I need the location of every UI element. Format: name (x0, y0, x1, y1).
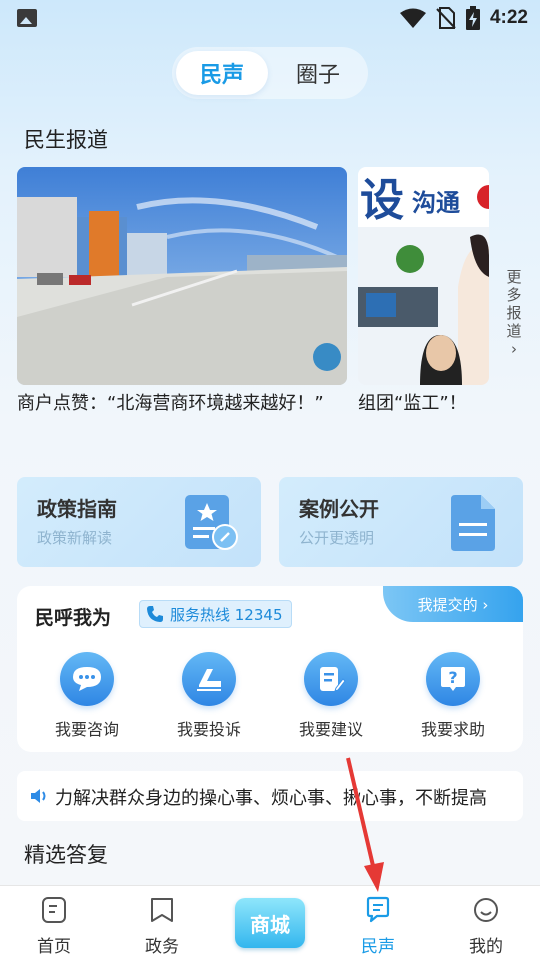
bookmark-icon (151, 898, 173, 922)
phone-icon (147, 606, 163, 622)
policy-document-icon (185, 495, 238, 550)
question-mark-glyph: ? (448, 668, 457, 687)
consult-label: 我要咨询 (54, 720, 119, 739)
tab-minsheng[interactable]: 民声 (176, 51, 268, 95)
message-icon (366, 896, 390, 923)
policy-guide-card[interactable]: 政策指南 政策新解读 (17, 477, 261, 567)
battery-charging-icon (465, 6, 480, 30)
news-section-title: 民生报道 (24, 128, 108, 152)
help-question-icon: ? (426, 652, 480, 706)
case-public-card[interactable]: 案例公开 公开更透明 (279, 477, 523, 567)
chevron-right-icon: › (511, 340, 517, 358)
service-panel: 民呼我为 服务热线 12345 我提交的 › 我要咨询 我要投诉 我要建议 ? … (17, 586, 523, 752)
ticker-text: 力解决群众身边的操心事、烦心事、揪心事，不断提高 (55, 788, 487, 809)
status-icons: 4:22 (399, 6, 528, 30)
news-caption-2: 组团“监工”！ (358, 393, 467, 414)
more-reports-link[interactable]: 更多报道 › (503, 268, 525, 358)
news-image-2: 设 沟通 (358, 167, 489, 385)
policy-guide-title: 政策指南 (37, 497, 117, 521)
suggestion-edit-icon (304, 652, 358, 706)
help-button[interactable]: ? 我要求助 (403, 652, 503, 740)
gallery-notification-icon (17, 9, 37, 27)
mall-button[interactable]: 商城 (235, 898, 305, 948)
replies-section-title: 精选答复 (24, 843, 108, 867)
nav-minsheng-label: 民声 (361, 937, 395, 957)
sign-char-goutong: 沟通 (412, 189, 460, 217)
sign-char-she: 设 (360, 175, 404, 226)
top-tab-switch: 民声 圈子 (172, 47, 368, 99)
speaker-icon (31, 789, 46, 803)
tab-quanzi[interactable]: 圈子 (272, 51, 364, 95)
complaint-label: 我要投诉 (176, 720, 241, 739)
suggestion-button[interactable]: 我要建议 (281, 652, 381, 740)
clock: 4:22 (489, 7, 528, 28)
bottom-nav: 首页 政务 商城 民声 我的 (0, 885, 540, 960)
suggestion-label: 我要建议 (298, 720, 363, 739)
more-reports-label: 更多报道 (506, 268, 522, 340)
nav-mine[interactable]: 我的 (446, 896, 526, 957)
home-icon (42, 897, 66, 923)
news-image-1 (17, 167, 347, 385)
hotline-badge[interactable]: 服务热线 12345 (139, 600, 292, 628)
case-public-title: 案例公开 (299, 497, 379, 521)
nav-home-label: 首页 (37, 937, 71, 957)
case-document-icon (451, 495, 495, 551)
news-card-2[interactable]: 设 沟通 组团“监工”！ (358, 167, 489, 419)
announcement-ticker[interactable]: 力解决群众身边的操心事、烦心事、揪心事，不断提高 (17, 771, 523, 821)
nav-home[interactable]: 首页 (14, 896, 94, 957)
service-panel-title: 民呼我为 (35, 607, 112, 629)
nav-government-label: 政务 (145, 937, 179, 957)
complaint-button[interactable]: 我要投诉 (159, 652, 259, 740)
chat-bubble-icon (60, 652, 114, 706)
smile-profile-icon (474, 898, 498, 922)
consult-button[interactable]: 我要咨询 (37, 652, 137, 740)
no-sim-icon (436, 7, 456, 29)
my-submissions-button[interactable]: 我提交的 › (383, 586, 523, 622)
nav-government[interactable]: 政务 (122, 896, 202, 957)
complaint-icon (182, 652, 236, 706)
hotline-label: 服务热线 12345 (170, 605, 283, 624)
status-bar: 4:22 (0, 0, 540, 36)
policy-guide-subtitle: 政策新解读 (37, 529, 113, 547)
news-card-1[interactable]: 商户点赞：“北海营商环境越来越好！” (17, 167, 347, 419)
nav-mine-label: 我的 (469, 937, 503, 957)
case-public-subtitle: 公开更透明 (299, 529, 375, 547)
help-label: 我要求助 (420, 720, 485, 739)
news-caption-1: 商户点赞：“北海营商环境越来越好！” (17, 393, 324, 414)
nav-minsheng[interactable]: 民声 (338, 896, 418, 957)
wifi-icon (399, 8, 426, 28)
